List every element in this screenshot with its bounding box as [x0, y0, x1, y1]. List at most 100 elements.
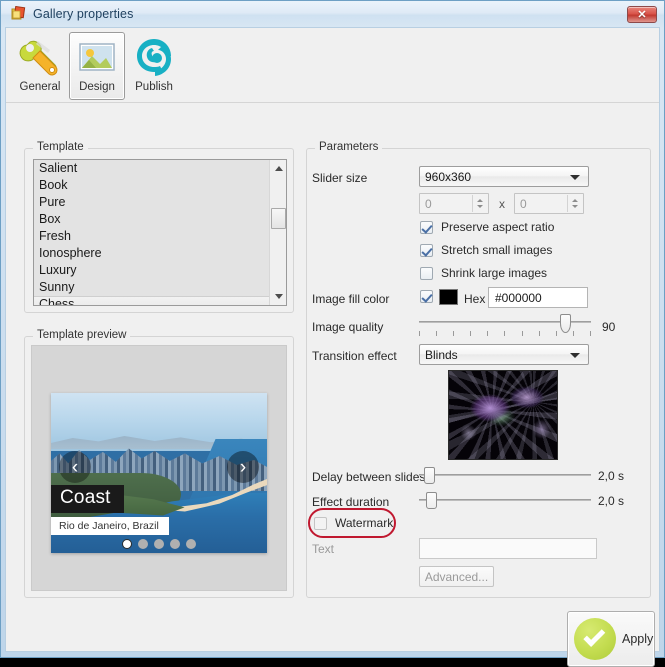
- stepper-buttons[interactable]: [472, 195, 487, 212]
- transition-effect-combobox[interactable]: Blinds: [419, 344, 589, 365]
- scrollbar-thumb[interactable]: [271, 208, 286, 229]
- checkbox-preserve-aspect-ratio[interactable]: Preserve aspect ratio: [420, 220, 554, 234]
- delay-between-slides-value: 2,0 s: [598, 469, 625, 483]
- stepper-up-icon: [477, 199, 483, 202]
- prev-slide-button[interactable]: ‹: [59, 451, 91, 483]
- gallery-icon: [10, 5, 26, 22]
- watermark-text-input[interactable]: [419, 538, 597, 559]
- list-item-selected[interactable]: Chess: [34, 296, 270, 305]
- image-fill-color-label: Image fill color: [312, 292, 390, 306]
- list-item[interactable]: Ionosphere: [34, 245, 270, 262]
- slider-width-stepper[interactable]: 0: [419, 193, 489, 214]
- image-fill-color-checkbox[interactable]: [420, 290, 433, 303]
- slider-width-value: 0: [425, 196, 432, 211]
- checkbox-shrink-large-images[interactable]: Shrink large images: [420, 266, 547, 280]
- checkbox-box[interactable]: [420, 266, 433, 280]
- list-item[interactable]: Sunny: [34, 279, 270, 296]
- tab-general-label: General: [19, 81, 61, 93]
- slider-thumb[interactable]: [426, 492, 437, 509]
- fractal-preview-image: [448, 370, 558, 460]
- image-quality-slider[interactable]: [419, 312, 591, 336]
- chevron-right-icon: ›: [239, 456, 247, 478]
- delay-between-slides-slider[interactable]: [419, 465, 591, 485]
- image-quality-value: 90: [602, 320, 616, 334]
- slide-dot[interactable]: [154, 539, 164, 549]
- checkbox-box[interactable]: [420, 220, 433, 234]
- hex-value: #000000: [495, 290, 542, 305]
- hex-input[interactable]: #000000: [488, 287, 588, 308]
- checkbox-box[interactable]: [420, 243, 433, 257]
- stepper-down-icon: [477, 205, 483, 208]
- title-bar: Gallery properties ✕: [1, 1, 664, 27]
- tab-publish-label: Publish: [135, 81, 173, 93]
- chevron-down-icon: [274, 294, 283, 299]
- checkbox-label: Preserve aspect ratio: [441, 220, 555, 234]
- slider-height-value: 0: [520, 196, 527, 211]
- slide-caption: Rio de Janeiro, Brazil: [51, 517, 169, 535]
- slide-dots: [51, 535, 267, 553]
- parameters-group-title: Parameters: [315, 141, 383, 153]
- color-swatch[interactable]: [439, 289, 458, 305]
- stepper-down-icon: [572, 205, 578, 208]
- effect-duration-value: 2,0 s: [598, 494, 625, 508]
- size-separator: x: [499, 197, 505, 211]
- list-item[interactable]: Salient: [34, 160, 270, 177]
- checkbox-watermark[interactable]: Watermark: [314, 516, 393, 530]
- template-group: Template Salient Book Pure Box Fresh Ion…: [24, 141, 294, 313]
- list-item[interactable]: Luxury: [34, 262, 270, 279]
- window-title: Gallery properties: [33, 7, 134, 21]
- transition-effect-label: Transition effect: [312, 349, 397, 363]
- checkbox-stretch-small-images[interactable]: Stretch small images: [420, 243, 552, 257]
- slide-title: Coast: [51, 485, 124, 513]
- effect-duration-label: Effect duration: [312, 495, 390, 509]
- apply-button-label: Apply: [622, 632, 654, 646]
- chevron-left-icon: ‹: [71, 456, 79, 478]
- advanced-button-label: Advanced...: [424, 569, 489, 584]
- apply-button[interactable]: Apply: [567, 611, 655, 667]
- slider-size-combobox[interactable]: 960x360: [419, 166, 589, 187]
- image-quality-label: Image quality: [312, 320, 384, 334]
- globe-icon: [132, 36, 176, 80]
- checkbox-box[interactable]: [314, 516, 327, 530]
- tab-publish[interactable]: Publish: [126, 32, 182, 100]
- client-area: General Design Publish Template Salient …: [5, 27, 660, 667]
- preview-canvas: ‹ › Coast Rio de Janeiro, Brazil: [31, 345, 287, 591]
- hex-label: Hex: [464, 292, 486, 306]
- delay-between-slides-label: Delay between slides: [312, 470, 426, 484]
- slider-size-label: Slider size: [312, 171, 368, 185]
- slider-height-stepper[interactable]: 0: [514, 193, 584, 214]
- check-icon: [574, 618, 616, 660]
- list-item[interactable]: Book: [34, 177, 270, 194]
- transition-effect-value: Blinds: [425, 347, 458, 362]
- slider-preview: ‹ › Coast Rio de Janeiro, Brazil: [51, 393, 267, 553]
- slider-thumb[interactable]: [424, 467, 435, 484]
- toolbar: General Design Publish: [6, 28, 659, 103]
- list-item[interactable]: Fresh: [34, 228, 270, 245]
- template-group-title: Template: [33, 141, 88, 153]
- chevron-down-icon: [570, 175, 580, 180]
- checkbox-label: Stretch small images: [441, 243, 553, 257]
- scroll-up-button[interactable]: [270, 160, 286, 177]
- scroll-down-button[interactable]: [270, 288, 286, 305]
- slide-dot[interactable]: [170, 539, 180, 549]
- slide-dot[interactable]: [138, 539, 148, 549]
- list-item[interactable]: Pure: [34, 194, 270, 211]
- advanced-button[interactable]: Advanced...: [419, 566, 494, 587]
- template-listbox[interactable]: Salient Book Pure Box Fresh Ionosphere L…: [33, 159, 287, 306]
- close-icon: ✕: [637, 9, 647, 21]
- checkbox-label: Shrink large images: [441, 266, 548, 280]
- tab-design[interactable]: Design: [69, 32, 125, 100]
- stepper-up-icon: [572, 199, 578, 202]
- next-slide-button[interactable]: ›: [227, 451, 259, 483]
- stepper-buttons[interactable]: [567, 195, 582, 212]
- slide-dot-active[interactable]: [122, 539, 132, 549]
- slider-track: [419, 499, 591, 501]
- effect-duration-slider[interactable]: [419, 490, 591, 510]
- list-item[interactable]: Box: [34, 211, 270, 228]
- close-button[interactable]: ✕: [627, 6, 657, 23]
- template-scrollbar[interactable]: [269, 160, 286, 305]
- chevron-up-icon: [274, 166, 283, 171]
- tab-general[interactable]: General: [12, 32, 68, 100]
- slide-dot[interactable]: [186, 539, 196, 549]
- chevron-down-icon: [570, 353, 580, 358]
